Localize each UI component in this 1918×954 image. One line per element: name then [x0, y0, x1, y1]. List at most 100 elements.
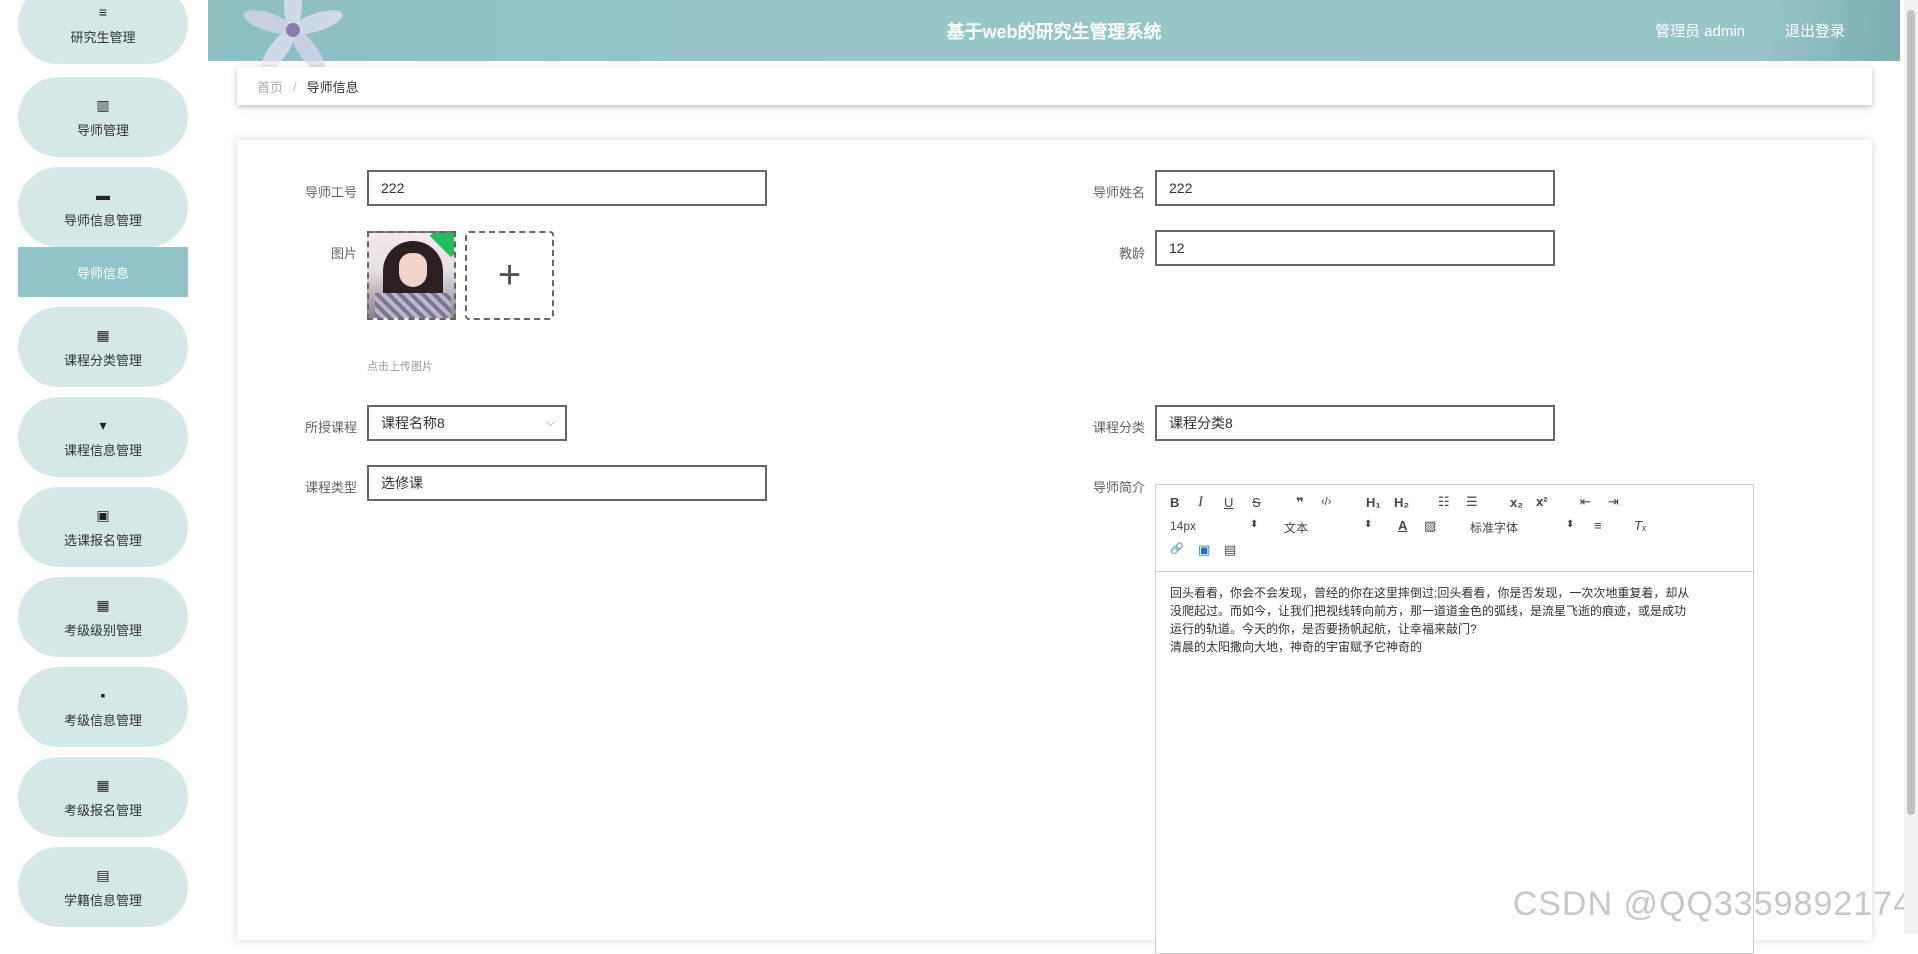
- editor-paragraph: 运行的轨道。今天的你，是否要扬帆起航，让幸福来敲门?: [1170, 622, 1477, 636]
- sidebar-item-teacher[interactable]: ▥ 导师管理: [18, 77, 188, 157]
- upload-image-button[interactable]: +: [465, 231, 554, 320]
- clipboard-icon: ▣: [96, 506, 110, 523]
- current-user: 管理员 admin: [1654, 23, 1745, 40]
- subscript-button[interactable]: x₂: [1510, 495, 1523, 510]
- align-icon[interactable]: ≡: [1594, 518, 1602, 533]
- photo-shirt: [375, 293, 451, 318]
- updown-icon: ⬍: [1250, 519, 1259, 530]
- editor-toolbar: B I U S ❞ ‹/› H₁ H₂ ☷ ☰ x₂ x² ⇤ ⇥ 14px ⬍…: [1156, 485, 1753, 572]
- header-value: 文本: [1284, 521, 1309, 535]
- underline-button[interactable]: U: [1224, 495, 1233, 510]
- sidebar-item-student[interactable]: ≡ 研究生管理: [18, 0, 188, 64]
- breadcrumb-current: 导师信息: [306, 79, 359, 95]
- sidebar-item-label: 考级报名管理: [63, 802, 142, 818]
- sidebar-item-label: 导师管理: [76, 122, 129, 138]
- sidebar-item-course-category[interactable]: ▦ 课程分类管理: [18, 307, 188, 387]
- photo-thumbnail[interactable]: [367, 231, 456, 320]
- teacher-name-label: 导师姓名: [1092, 185, 1145, 200]
- intro-rich-editor: B I U S ❞ ‹/› H₁ H₂ ☷ ☰ x₂ x² ⇤ ⇥ 14px ⬍…: [1155, 484, 1754, 954]
- monitor-icon: ▬: [96, 186, 110, 203]
- photo-face: [399, 253, 427, 287]
- header-select[interactable]: 文本 ⬍: [1284, 519, 1372, 536]
- bullet-list-icon[interactable]: ☰: [1466, 494, 1478, 510]
- course-category-label: 课程分类: [1092, 420, 1145, 435]
- grid-icon: ▦: [96, 596, 110, 613]
- breadcrumb-home[interactable]: 首页: [257, 77, 283, 96]
- upload-tip: 点击上传图片: [367, 361, 433, 373]
- sidebar-item-exam-level[interactable]: ▦ 考级级别管理: [18, 577, 188, 657]
- photo-label: 图片: [330, 246, 357, 261]
- top-header: 基于web的研究生管理系统 管理员 admin 退出登录: [208, 0, 1900, 73]
- sidebar-subitem-teacher-info[interactable]: 导师信息: [18, 247, 188, 297]
- breadcrumb: 首页 / 导师信息: [237, 67, 1872, 105]
- ordered-list-icon[interactable]: ☷: [1438, 494, 1450, 510]
- chat-icon: ▪: [100, 686, 106, 703]
- plus-icon: +: [497, 253, 522, 297]
- editor-paragraph: 没爬起过。而如今，让我们把视线转向前方，那一道道金色的弧线，是流星飞逝的痕迹，或…: [1170, 604, 1687, 618]
- page-scrollbar[interactable]: [1904, 0, 1918, 934]
- grid-icon: ▦: [96, 776, 110, 793]
- superscript-button[interactable]: x²: [1536, 494, 1548, 509]
- course-label: 所授课程: [304, 420, 357, 435]
- sidebar-item-exam-info[interactable]: ▪ 考级信息管理: [18, 667, 188, 747]
- indent-icon[interactable]: ⇥: [1608, 494, 1619, 510]
- scrollbar-thumb[interactable]: [1907, 10, 1915, 815]
- sidebar-item-teacher-info[interactable]: ▬ 导师信息管理: [18, 167, 188, 247]
- sidebar-item-label: 导师信息管理: [63, 212, 142, 228]
- grid-icon: ▦: [96, 326, 110, 343]
- sidebar-item-label: 考级级别管理: [63, 622, 142, 638]
- teaching-years-input[interactable]: 12: [1155, 230, 1555, 266]
- sidebar-item-label: 研究生管理: [70, 29, 136, 45]
- logout-link[interactable]: 退出登录: [1785, 20, 1845, 41]
- pin-icon: ▾: [99, 416, 107, 433]
- breadcrumb-separator: /: [293, 78, 297, 94]
- sidebar-item-student-status[interactable]: ▤ 学籍信息管理: [18, 847, 188, 927]
- app-title: 基于web的研究生管理系统: [946, 22, 1162, 42]
- books-icon: ▥: [96, 96, 110, 113]
- updown-icon: ⬍: [1566, 519, 1575, 530]
- strike-button[interactable]: S: [1252, 495, 1261, 510]
- teacher-id-label: 导师工号: [304, 185, 357, 200]
- font-size-value: 14px: [1170, 519, 1197, 533]
- bold-button[interactable]: B: [1170, 495, 1179, 510]
- course-select-value: 课程名称8: [381, 415, 445, 431]
- sidebar-item-label: 课程信息管理: [63, 442, 142, 458]
- teacher-id-input[interactable]: 222: [367, 170, 767, 206]
- blockquote-icon[interactable]: ❞: [1296, 495, 1304, 511]
- italic-button[interactable]: I: [1198, 494, 1203, 511]
- sidebar-item-label: 考级信息管理: [63, 712, 142, 728]
- video-icon[interactable]: ▤: [1224, 542, 1236, 558]
- clean-format-icon[interactable]: Tₓ: [1634, 518, 1647, 533]
- link-icon[interactable]: 🔗: [1170, 542, 1184, 555]
- editor-paragraph: 清晨的太阳撒向大地，神奇的宇宙赋予它神奇的: [1170, 640, 1423, 654]
- teacher-form-card: 导师工号 222 导师姓名 222 图片 + 点击上传图片 教龄 12 所授课程…: [237, 140, 1872, 954]
- updown-icon: ⬍: [1364, 519, 1373, 530]
- image-icon[interactable]: ▣: [1198, 542, 1210, 558]
- course-category-input[interactable]: 课程分类8: [1155, 405, 1555, 441]
- list-icon: ≡: [98, 3, 108, 20]
- sidebar-item-label: 课程分类管理: [63, 352, 142, 368]
- font-family-select[interactable]: 标准字体 ⬍: [1470, 519, 1574, 536]
- sidebar-item-exam-enroll[interactable]: ▦ 考级报名管理: [18, 757, 188, 837]
- sidebar-item-label: 学籍信息管理: [63, 892, 142, 908]
- teacher-name-input[interactable]: 222: [1155, 170, 1555, 206]
- font-color-icon[interactable]: A: [1398, 518, 1407, 533]
- heading1-button[interactable]: H₁: [1366, 495, 1381, 510]
- intro-label: 导师简介: [1092, 480, 1145, 495]
- heading2-button[interactable]: H₂: [1394, 495, 1409, 510]
- editor-paragraph: 回头看看，你会不会发现，曾经的你在这里摔倒过;回头看看，你是否发现，一次次地重复…: [1170, 586, 1690, 600]
- chevron-down-icon: ⌵: [545, 415, 555, 429]
- sidebar-item-course-info[interactable]: ▾ 课程信息管理: [18, 397, 188, 477]
- outdent-icon[interactable]: ⇤: [1580, 494, 1591, 510]
- clipboard-icon: ▤: [96, 866, 110, 883]
- csdn-watermark: CSDN @QQ3359892174: [1512, 885, 1913, 923]
- teaching-years-label: 教龄: [1118, 246, 1145, 261]
- code-block-icon[interactable]: ‹/›: [1321, 496, 1331, 508]
- font-size-select[interactable]: 14px ⬍: [1170, 519, 1258, 533]
- font-family-value: 标准字体: [1470, 521, 1519, 535]
- editor-content[interactable]: 回头看看，你会不会发现，曾经的你在这里摔倒过;回头看看，你是否发现，一次次地重复…: [1156, 572, 1753, 668]
- sidebar-item-enroll[interactable]: ▣ 选课报名管理: [18, 487, 188, 567]
- course-select[interactable]: 课程名称8 ⌵: [367, 405, 567, 441]
- background-color-icon[interactable]: ▨: [1424, 518, 1436, 534]
- course-type-input[interactable]: 选修课: [367, 465, 767, 501]
